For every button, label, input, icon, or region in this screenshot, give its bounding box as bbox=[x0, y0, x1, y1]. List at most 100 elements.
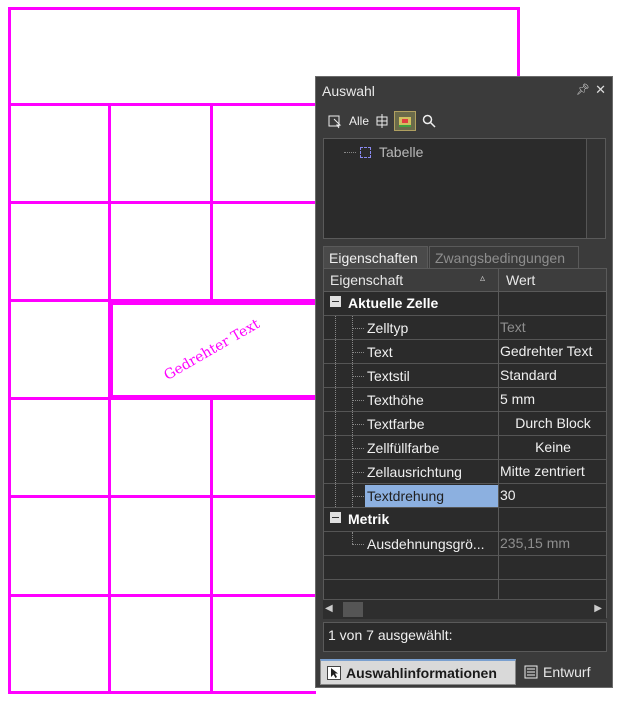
property-row[interactable]: Zellausrichtung Mitte zentriert bbox=[324, 460, 606, 484]
property-name: Text bbox=[367, 344, 393, 360]
close-icon[interactable]: ✕ bbox=[595, 82, 606, 98]
tree-guide bbox=[335, 364, 337, 387]
category-label: Aktuelle Zelle bbox=[348, 295, 439, 311]
tab-properties[interactable]: Eigenschaften bbox=[323, 246, 428, 268]
property-row[interactable]: Text Gedrehter Text bbox=[324, 340, 606, 364]
select-all-button[interactable]: Alle bbox=[348, 111, 370, 131]
horizontal-scrollbar[interactable]: ◀ ▶ bbox=[323, 599, 606, 619]
pickadd-icon[interactable] bbox=[373, 111, 391, 131]
property-value: 235,15 mm bbox=[500, 535, 571, 551]
sort-asc-icon: ▵ bbox=[480, 273, 486, 284]
tree-item-label: Tabelle bbox=[379, 144, 424, 160]
property-row-selected[interactable]: Textdrehung 30 bbox=[324, 484, 606, 508]
quick-select-icon[interactable] bbox=[326, 111, 344, 131]
empty-row bbox=[324, 556, 606, 580]
property-row[interactable]: Zelltyp Text bbox=[324, 316, 606, 340]
tree-guide bbox=[335, 436, 337, 459]
selection-palette[interactable]: Auswahl 📌︎ ✕ Alle Tabelle Eigenschaften … bbox=[315, 76, 613, 688]
tab-selection-info[interactable]: Auswahlinformationen bbox=[320, 659, 516, 685]
property-name: Zelltyp bbox=[367, 320, 409, 336]
selection-status: 1 von 7 ausgewählt: bbox=[323, 622, 607, 652]
status-text: 1 von 7 ausgewählt: bbox=[328, 627, 453, 643]
table-row-line bbox=[8, 103, 316, 106]
tab-label: Auswahlinformationen bbox=[346, 664, 497, 681]
property-value[interactable]: Durch Block bbox=[500, 415, 606, 431]
collapse-icon[interactable] bbox=[330, 512, 341, 523]
property-value[interactable]: Gedrehter Text bbox=[500, 343, 606, 359]
scroll-right-icon[interactable]: ▶ bbox=[594, 603, 602, 614]
property-row[interactable]: Ausdehnungsgrö... 235,15 mm bbox=[324, 532, 606, 556]
collapse-icon[interactable] bbox=[330, 296, 341, 307]
tree-guide bbox=[352, 532, 354, 544]
property-value[interactable]: Keine bbox=[500, 439, 606, 455]
property-name: Zellausrichtung bbox=[367, 464, 462, 480]
selected-cell-border-bottom bbox=[108, 395, 316, 400]
tab-design[interactable]: Entwurf bbox=[518, 659, 608, 685]
table-border-top bbox=[8, 7, 520, 10]
tree-connector bbox=[352, 352, 364, 353]
tree-connector bbox=[352, 472, 364, 473]
grid-header: Eigenschaft ▵ Wert bbox=[324, 269, 606, 292]
property-name: Textfarbe bbox=[367, 416, 425, 432]
property-value[interactable]: 5 mm bbox=[500, 391, 606, 407]
header-value[interactable]: Wert bbox=[506, 272, 535, 288]
property-value[interactable]: Mitte zentriert bbox=[500, 463, 606, 479]
property-row[interactable]: Texthöhe 5 mm bbox=[324, 388, 606, 412]
table-border-right bbox=[517, 7, 520, 82]
table-col-line bbox=[210, 397, 213, 694]
pin-icon[interactable]: 📌︎ bbox=[576, 83, 590, 96]
tree-connector bbox=[352, 424, 364, 425]
tree-guide bbox=[335, 460, 337, 483]
property-name: Textstil bbox=[367, 368, 410, 384]
tree-connector bbox=[352, 328, 364, 329]
table-row-line bbox=[8, 495, 316, 498]
tree-connector bbox=[352, 496, 364, 497]
scroll-left-icon[interactable]: ◀ bbox=[325, 603, 333, 614]
table-col-line bbox=[210, 103, 213, 301]
tab-label: Entwurf bbox=[543, 664, 591, 680]
tree-item-table[interactable]: Tabelle bbox=[344, 144, 423, 160]
property-name: Texthöhe bbox=[367, 392, 424, 408]
category-label: Metrik bbox=[348, 511, 390, 527]
property-row[interactable]: Textfarbe Durch Block bbox=[324, 412, 606, 436]
property-name: Textdrehung bbox=[365, 485, 498, 507]
property-value[interactable]: Standard bbox=[500, 367, 606, 383]
property-row[interactable]: Zellfüllfarbe Keine bbox=[324, 436, 606, 460]
design-icon bbox=[524, 665, 538, 679]
property-name: Ausdehnungsgrö... bbox=[367, 536, 485, 552]
header-property[interactable]: Eigenschaft bbox=[330, 272, 403, 288]
palette-title: Auswahl bbox=[322, 83, 375, 99]
tree-guide bbox=[335, 484, 337, 507]
table-object-icon bbox=[360, 146, 371, 158]
category-row-metric[interactable]: Metrik bbox=[324, 508, 606, 532]
table-border-left bbox=[8, 7, 11, 694]
property-grid[interactable]: Eigenschaft ▵ Wert Aktuelle Zelle Zellty… bbox=[323, 268, 607, 618]
table-row-line bbox=[8, 594, 316, 597]
property-value-input[interactable]: 30 bbox=[500, 487, 606, 503]
cursor-icon bbox=[327, 665, 341, 680]
column-separator[interactable] bbox=[498, 269, 499, 617]
filter-icon[interactable] bbox=[394, 111, 416, 131]
tree-scrollbar[interactable] bbox=[586, 139, 605, 238]
tree-connector bbox=[352, 400, 364, 401]
property-name: Zellfüllfarbe bbox=[367, 440, 440, 456]
selection-tree[interactable]: Tabelle bbox=[323, 138, 606, 239]
selected-cell-border-left bbox=[108, 300, 113, 400]
tab-constraints[interactable]: Zwangsbedingungen bbox=[429, 246, 579, 268]
tree-connector bbox=[344, 151, 356, 153]
table-border-bottom bbox=[8, 691, 316, 694]
property-row[interactable]: Textstil Standard bbox=[324, 364, 606, 388]
category-row-current-cell[interactable]: Aktuelle Zelle bbox=[324, 292, 606, 316]
tree-connector bbox=[352, 448, 364, 449]
tree-connector bbox=[352, 376, 364, 377]
rotated-cell-text[interactable]: Gedrehter Text bbox=[161, 316, 262, 384]
tree-guide bbox=[335, 340, 337, 363]
selected-cell-border-top bbox=[108, 300, 316, 305]
tree-guide bbox=[335, 388, 337, 411]
property-value: Text bbox=[500, 319, 526, 335]
scroll-thumb[interactable] bbox=[343, 602, 363, 617]
magnifier-icon[interactable] bbox=[420, 111, 438, 131]
tree-guide bbox=[335, 412, 337, 435]
tree-guide bbox=[335, 316, 337, 339]
table-row-line bbox=[8, 201, 316, 204]
